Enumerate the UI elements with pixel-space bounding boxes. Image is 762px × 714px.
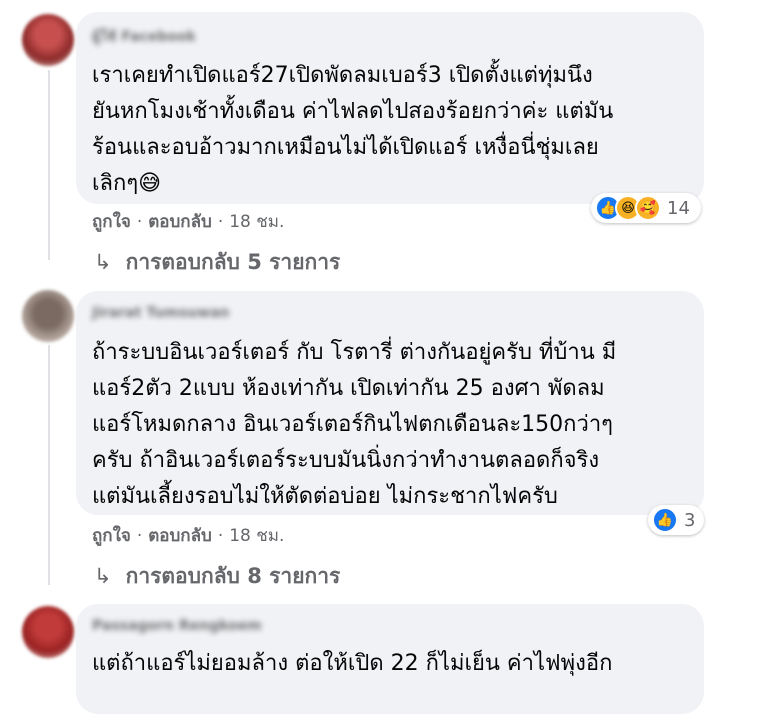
- thread-line: [48, 345, 50, 585]
- view-replies-link[interactable]: ↳ การตอบกลับ 8 รายการ: [94, 560, 340, 593]
- like-link[interactable]: ถูกใจ: [92, 212, 131, 232]
- comment-author[interactable]: Passagorn Rengkoem: [92, 618, 262, 636]
- separator-dot: ·: [217, 526, 224, 546]
- avatar[interactable]: [22, 606, 74, 658]
- reaction-count: 14: [667, 197, 690, 219]
- avatar[interactable]: [22, 14, 74, 66]
- separator-dot: ·: [136, 526, 143, 546]
- comment-text: ถ้าระบบอินเวอร์เตอร์ กับ โรตารี่ ต่างกัน…: [92, 340, 617, 509]
- reaction-summary[interactable]: 👍 3: [648, 505, 704, 535]
- like-link[interactable]: ถูกใจ: [92, 526, 131, 546]
- comment-bubble: ผู้ใช้ Facebook เราเคยทำเปิดแอร์27เปิดพั…: [76, 12, 704, 204]
- comment-author[interactable]: ผู้ใช้ Facebook: [92, 26, 196, 45]
- comment-timestamp[interactable]: 18 ชม.: [229, 526, 284, 546]
- like-reaction-icon: 👍: [652, 507, 678, 533]
- comment-bubble: Jirarat Tumsuwan ถ้าระบบอินเวอร์เตอร์ กั…: [76, 291, 704, 515]
- separator-dot: ·: [136, 212, 143, 232]
- comment-actions: ถูกใจ · ตอบกลับ · 18 ชม.: [92, 522, 284, 549]
- comment-bubble: Passagorn Rengkoem แต่ถ้าแอร์ไม่ยอมล้าง …: [76, 604, 704, 714]
- reply-link[interactable]: ตอบกลับ: [148, 526, 212, 546]
- comment-timestamp[interactable]: 18 ชม.: [229, 212, 284, 232]
- separator-dot: ·: [217, 212, 224, 232]
- reaction-summary[interactable]: 👍 😆 🥰 14: [591, 193, 701, 223]
- view-replies-label: การตอบกลับ 8 รายการ: [125, 564, 341, 588]
- care-reaction-icon: 🥰: [635, 195, 661, 221]
- reply-link[interactable]: ตอบกลับ: [148, 212, 212, 232]
- comment-text: แต่ถ้าแอร์ไม่ยอมล้าง ต่อให้เปิด 22 ก็ไม่…: [92, 651, 613, 676]
- comment-actions: ถูกใจ · ตอบกลับ · 18 ชม.: [92, 208, 284, 235]
- thread-line: [48, 70, 50, 260]
- avatar[interactable]: [22, 290, 74, 342]
- view-replies-link[interactable]: ↳ การตอบกลับ 5 รายการ: [94, 246, 340, 279]
- reaction-count: 3: [684, 509, 696, 531]
- reply-arrow-icon: ↳: [94, 250, 112, 274]
- comment-text: เราเคยทำเปิดแอร์27เปิดพัดลมเบอร์3 เปิดตั…: [92, 63, 614, 196]
- comment-author[interactable]: Jirarat Tumsuwan: [92, 305, 230, 323]
- reply-arrow-icon: ↳: [94, 564, 112, 588]
- view-replies-label: การตอบกลับ 5 รายการ: [125, 250, 341, 274]
